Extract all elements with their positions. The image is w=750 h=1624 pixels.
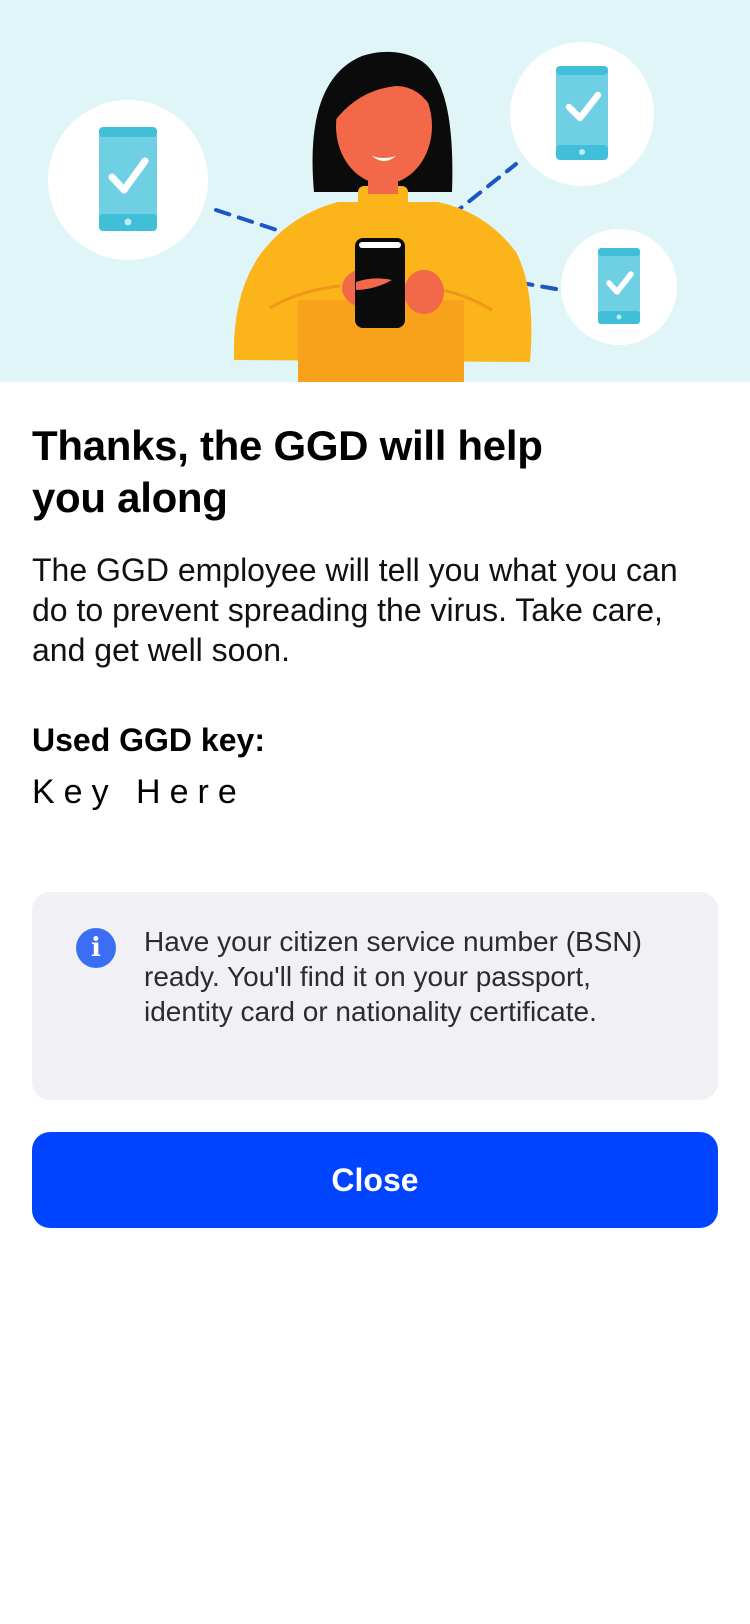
description-text: The GGD employee will tell you what you … <box>32 552 678 668</box>
illustration-svg <box>48 42 677 382</box>
phone-check-icon <box>99 127 157 231</box>
ggd-key-value: Key Here <box>32 773 246 811</box>
key-label: Used GGD key: <box>32 722 265 758</box>
content: Thanks, the GGD will help you along The … <box>32 382 718 1228</box>
page-title: Thanks, the GGD will help you along <box>32 422 543 521</box>
screen: Thanks, the GGD will help you along The … <box>0 0 750 1624</box>
info-icon: i <box>76 928 116 968</box>
phone-check-icon <box>556 66 608 160</box>
phone-check-icon <box>598 248 640 324</box>
info-box: i Have your citizen service number (BSN)… <box>32 892 718 1100</box>
hero-illustration <box>0 0 750 382</box>
person-figure <box>233 51 532 382</box>
info-text: Have your citizen service number (BSN) r… <box>144 926 642 1027</box>
close-button[interactable]: Close <box>32 1132 718 1228</box>
